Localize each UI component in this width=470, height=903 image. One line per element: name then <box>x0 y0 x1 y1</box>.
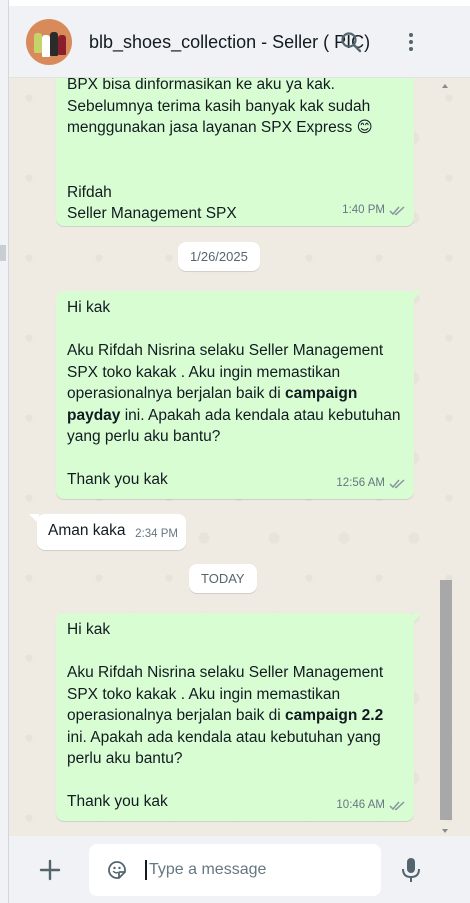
more-vertical-icon[interactable] <box>401 30 421 54</box>
microphone-icon[interactable] <box>399 856 423 884</box>
chat-header: blb_shoes_collection - Seller ( PIC) <box>9 6 470 78</box>
message-greeting: Hi kak <box>67 621 111 638</box>
outgoing-message[interactable]: Hi kak Aku Rifdah Nisrina selaku Seller … <box>56 291 422 499</box>
message-meta: 1:40 PM <box>342 200 406 222</box>
scroll-up-arrow-icon[interactable] <box>442 84 448 88</box>
pane-resize-nub <box>0 245 6 261</box>
signature-name: Rifdah <box>67 183 112 201</box>
message-time: 1:40 PM <box>342 203 385 216</box>
message-time: 10:46 AM <box>336 798 385 811</box>
outgoing-message[interactable]: Hi kak Aku Rifdah Nisrina selaku Seller … <box>56 613 422 821</box>
message-greeting: Hi kak <box>67 299 111 316</box>
contact-name[interactable]: blb_shoes_collection - Seller ( PIC) <box>89 32 370 53</box>
message-input[interactable] <box>149 857 369 883</box>
message-closing: Thank you kak <box>67 793 168 810</box>
scrollbar-thumb[interactable] <box>440 580 452 820</box>
double-check-icon <box>389 479 405 489</box>
chat-window: blb_shoes_collection - Seller ( PIC) BPX… <box>9 6 470 903</box>
avatar-shoe-shape <box>58 35 66 55</box>
message-text: Aman kaka <box>48 522 126 539</box>
message-closing: Thank you kak <box>67 471 168 488</box>
text-caret <box>145 860 147 880</box>
signature-title: Seller Management SPX <box>67 205 237 222</box>
message-bold-text: campaign 2.2 <box>285 707 384 724</box>
message-partial-line: BPX bisa dinformasikan ke aku ya kak. <box>67 78 335 93</box>
date-divider: TODAY <box>189 564 257 593</box>
message-time: 12:56 AM <box>336 476 385 489</box>
message-line: menggunakan jasa layanan SPX Express <box>67 119 353 136</box>
double-check-icon <box>389 801 405 811</box>
message-list[interactable]: BPX bisa dinformasikan ke aku ya kak. Se… <box>9 78 470 836</box>
message-line: Sebelumnya terima kasih banyak kak sudah <box>67 97 371 115</box>
scroll-down-arrow-icon[interactable] <box>442 829 448 833</box>
avatar-shoe-shape <box>34 33 42 53</box>
message-text: Hi kak Aku Rifdah Nisrina selaku Seller … <box>67 297 403 491</box>
message-input-box[interactable] <box>89 844 381 896</box>
plus-icon[interactable] <box>39 859 61 881</box>
avatar-shoe-shape <box>50 32 58 56</box>
left-pane-edge <box>0 0 9 903</box>
menu-dot <box>409 47 413 51</box>
message-time: 2:34 PM <box>135 527 178 540</box>
date-divider: 1/26/2025 <box>178 242 260 271</box>
incoming-message[interactable]: Aman kaka 2:34 PM <box>29 514 186 550</box>
search-icon[interactable] <box>340 31 362 53</box>
composer-bar <box>9 836 470 903</box>
menu-dot <box>409 40 413 44</box>
sticker-icon[interactable] <box>105 858 129 882</box>
message-text: Hi kak Aku Rifdah Nisrina selaku Seller … <box>67 619 403 813</box>
avatar-shoe-shape <box>42 35 50 57</box>
outgoing-message[interactable]: BPX bisa dinformasikan ke aku ya kak. Se… <box>56 78 414 226</box>
message-meta: 12:56 AM <box>336 473 406 495</box>
message-scrollbar[interactable] <box>439 78 453 836</box>
double-check-icon <box>389 206 405 216</box>
contact-avatar[interactable] <box>26 19 72 65</box>
message-meta: 10:46 AM <box>336 795 406 817</box>
menu-dot <box>409 33 413 37</box>
smiling-face-emoji: 😊 <box>356 119 373 136</box>
